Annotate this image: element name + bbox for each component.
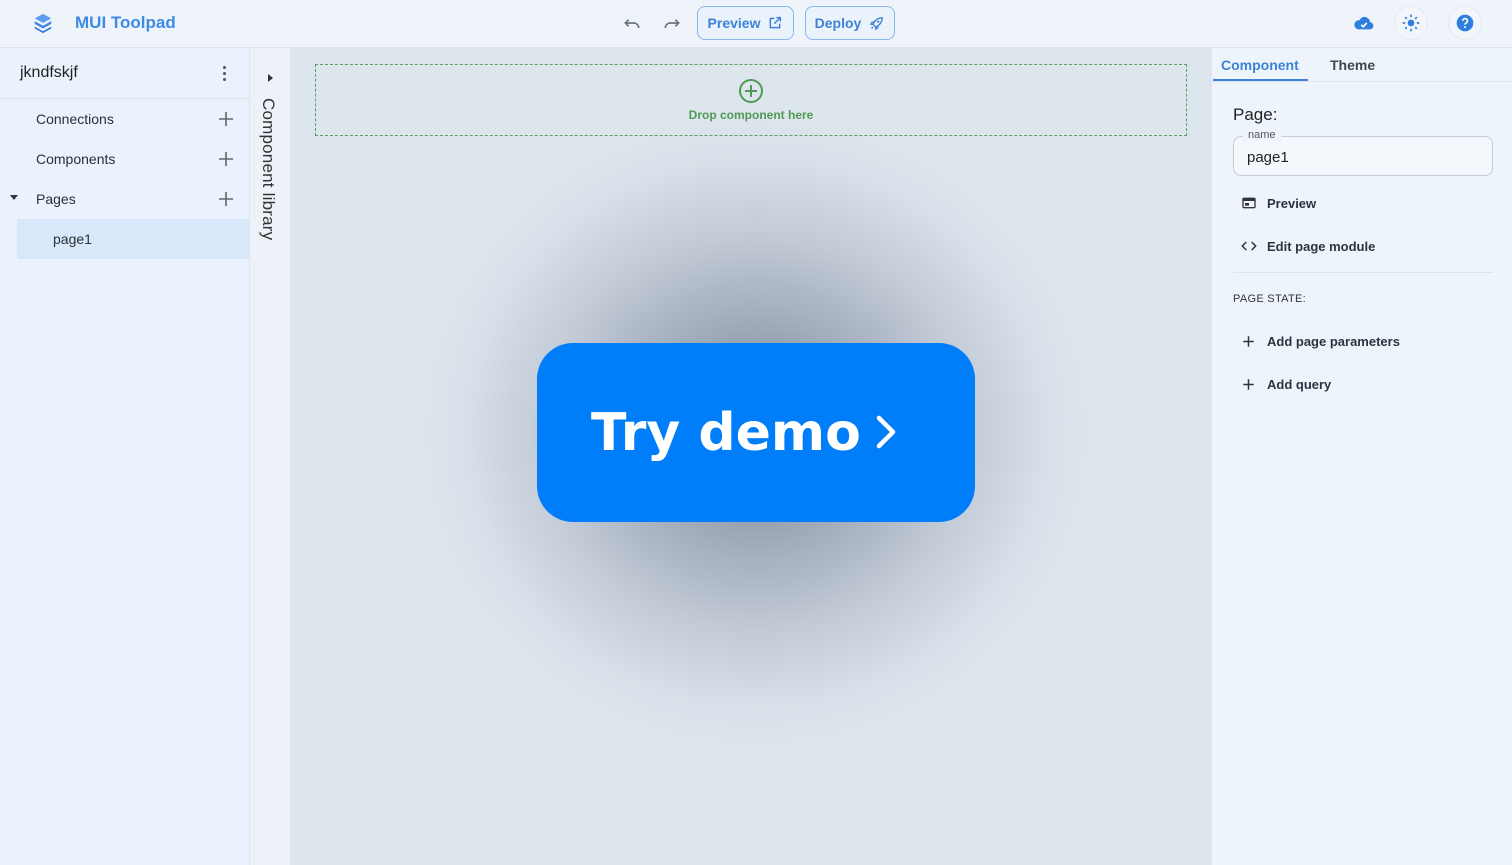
tab-component[interactable]: Component — [1221, 57, 1299, 73]
edit-page-module-label: Edit page module — [1267, 238, 1376, 254]
chevron-right-icon — [876, 415, 896, 449]
sidebar-item-page1[interactable]: page1 — [17, 219, 249, 259]
code-icon — [1241, 241, 1257, 251]
try-demo-button[interactable]: Try demo — [537, 343, 975, 522]
try-demo-label: Try demo — [591, 403, 861, 463]
sidebar-item-connections[interactable]: Connections — [0, 99, 249, 139]
expand-caret-icon[interactable] — [10, 195, 18, 200]
page-state-title: PAGE STATE: — [1233, 293, 1306, 305]
deploy-button-label: Deploy — [814, 15, 862, 31]
preview-page-label: Preview — [1267, 195, 1317, 211]
preview-button-label: Preview — [707, 15, 761, 31]
sidebar-item-label: Connections — [36, 111, 114, 127]
cloud-status-button[interactable] — [1349, 8, 1379, 38]
cloud-check-icon — [1354, 16, 1374, 30]
top-bar: MUI Toolpad Preview Deploy — [0, 0, 1512, 48]
help-icon — [1456, 14, 1474, 32]
add-icon[interactable] — [216, 109, 236, 129]
page-canvas: Drop component here Try demo — [291, 48, 1211, 865]
inspector-tabs: Component Theme — [1212, 48, 1512, 82]
rocket-icon — [869, 16, 884, 30]
drop-zone[interactable]: Drop component here — [315, 64, 1187, 136]
sun-icon — [1402, 14, 1420, 32]
sidebar-item-pages[interactable]: Pages — [0, 179, 249, 219]
drop-zone-text: Drop component here — [688, 108, 814, 122]
app-name[interactable]: jkndfskjf — [20, 64, 78, 82]
redo-icon — [664, 19, 680, 29]
name-field-value[interactable]: page1 — [1247, 149, 1289, 166]
component-library-collapsed[interactable]: Component library — [250, 48, 291, 865]
page-item-label: page1 — [53, 231, 92, 247]
add-query-label: Add query — [1267, 376, 1332, 392]
name-field-label: name — [1243, 129, 1281, 141]
sidebar-item-label: Pages — [36, 191, 76, 207]
sidebar-item-components[interactable]: Components — [0, 139, 249, 179]
add-page-parameters-button[interactable]: Add page parameters — [1233, 326, 1400, 356]
page-name-field[interactable]: name page1 — [1233, 129, 1493, 176]
app-header: jkndfskjf — [0, 48, 249, 99]
expand-arrow-icon[interactable] — [268, 74, 273, 82]
add-icon[interactable] — [216, 189, 236, 209]
add-query-button[interactable]: Add query — [1233, 369, 1331, 399]
theme-toggle-button[interactable] — [1394, 6, 1428, 40]
inspector-panel: Component Theme Page: name page1 Preview… — [1211, 48, 1512, 865]
undo-icon — [624, 19, 640, 29]
divider — [1233, 272, 1493, 273]
redo-button[interactable] — [657, 8, 687, 38]
add-icon — [1243, 335, 1254, 347]
component-library-label: Component library — [259, 98, 278, 241]
brand[interactable]: MUI Toolpad — [32, 12, 176, 34]
deploy-button[interactable]: Deploy — [805, 6, 895, 40]
undo-button[interactable] — [617, 8, 647, 38]
preview-button[interactable]: Preview — [697, 6, 794, 40]
add-icon[interactable] — [216, 149, 236, 169]
tab-theme[interactable]: Theme — [1330, 57, 1375, 73]
sidebar-item-label: Components — [36, 151, 116, 167]
add-page-parameters-label: Add page parameters — [1267, 333, 1400, 349]
add-icon — [1243, 378, 1254, 390]
web-window-icon — [1242, 197, 1256, 209]
logo-icon — [34, 13, 52, 34]
page-heading: Page: — [1233, 105, 1278, 124]
open-new-window-icon — [770, 16, 782, 29]
more-options-icon[interactable] — [214, 62, 234, 84]
active-tab-indicator — [1213, 79, 1308, 81]
sidebar: jkndfskjf Connections Components Pages p… — [0, 48, 250, 865]
edit-page-module-button[interactable]: Edit page module — [1233, 231, 1375, 261]
add-circle-icon — [739, 79, 763, 103]
preview-page-button[interactable]: Preview — [1233, 188, 1316, 218]
help-button[interactable] — [1448, 6, 1482, 40]
app-title: MUI Toolpad — [75, 13, 176, 32]
